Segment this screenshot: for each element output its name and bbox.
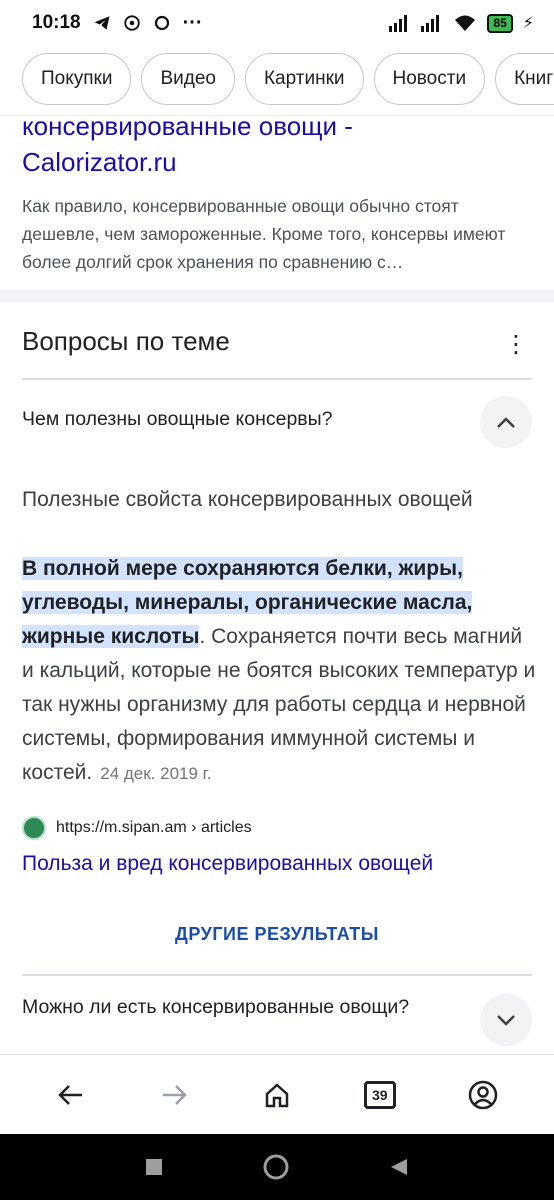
- related-questions-heading: Вопросы по теме: [22, 326, 230, 356]
- recents-icon[interactable]: [145, 1158, 163, 1176]
- forward-button[interactable]: [146, 1067, 202, 1123]
- more-options-icon[interactable]: ⋮: [504, 330, 528, 359]
- answer-rest: . Сохраняется почти весь магний и кальци…: [22, 625, 536, 784]
- home-circle-icon[interactable]: [263, 1154, 289, 1180]
- home-button[interactable]: [249, 1067, 305, 1123]
- question-item[interactable]: Можно ли есть консервированные овощи?: [22, 992, 422, 1022]
- system-nav-bar: [0, 1134, 554, 1200]
- source-title-link[interactable]: Польза и вред консервированных овощей: [22, 852, 433, 876]
- more-results-button[interactable]: ДРУГИЕ РЕЗУЛЬТАТЫ: [0, 924, 554, 945]
- wifi-icon: [455, 15, 476, 31]
- chip-video[interactable]: Видео: [141, 53, 235, 105]
- search-type-chips: Покупки Видео Картинки Новости Книги: [0, 46, 554, 116]
- search-results: консервированные овощи - Calorizator.ru …: [0, 116, 554, 1054]
- more-notifications-icon: ···: [182, 11, 203, 34]
- chip-images[interactable]: Картинки: [244, 53, 364, 105]
- question-item[interactable]: Чем полезны овощные консервы?: [22, 408, 333, 431]
- chip-shopping[interactable]: Покупки: [22, 53, 132, 105]
- site-favicon-icon: [22, 816, 46, 840]
- home-icon: [265, 1082, 289, 1107]
- telegram-icon: [94, 16, 110, 30]
- collapse-button[interactable]: [480, 396, 532, 448]
- section-divider: [0, 290, 554, 302]
- answer-text: В полной мере сохраняются белки, жиры, у…: [22, 552, 536, 791]
- chevron-up-icon: [497, 417, 515, 428]
- signal-2-icon: [421, 15, 440, 32]
- arrow-left-icon: [58, 1084, 83, 1105]
- divider: [22, 378, 532, 380]
- chat-icon: [154, 15, 169, 31]
- back-button[interactable]: [43, 1067, 99, 1123]
- clock: 10:18: [32, 12, 81, 33]
- signal-icon: [389, 15, 408, 32]
- tabs-count: 39: [363, 1080, 396, 1109]
- arrow-right-icon: [163, 1084, 187, 1105]
- divider: [22, 974, 532, 976]
- expand-button[interactable]: [480, 994, 532, 1046]
- chip-news[interactable]: Новости: [373, 53, 486, 105]
- account-icon: [468, 1080, 497, 1109]
- answer-date: 24 дек. 2019 г.: [100, 764, 212, 783]
- result-snippet: Как правило, консервированные овощи обыч…: [22, 196, 506, 272]
- result-title-link[interactable]: консервированные овощи - Calorizator.ru: [22, 116, 532, 180]
- chip-books[interactable]: Книги: [495, 53, 554, 105]
- browser-toolbar: 39: [0, 1054, 554, 1134]
- viber-icon: [123, 15, 140, 31]
- status-bar: 10:18 ··· 85 ⚡: [0, 0, 554, 46]
- charging-icon: ⚡: [522, 15, 534, 32]
- back-triangle-icon[interactable]: [389, 1157, 409, 1177]
- source-url: https://m.sipan.am › articles: [56, 819, 252, 836]
- chevron-down-icon: [497, 1015, 515, 1026]
- answer-heading: Полезные свойста консервированных овощей: [22, 488, 473, 511]
- tabs-button[interactable]: 39: [352, 1067, 408, 1123]
- answer-source[interactable]: https://m.sipan.am › articles: [22, 816, 252, 840]
- battery-indicator: 85: [487, 13, 513, 33]
- account-button[interactable]: [455, 1067, 511, 1123]
